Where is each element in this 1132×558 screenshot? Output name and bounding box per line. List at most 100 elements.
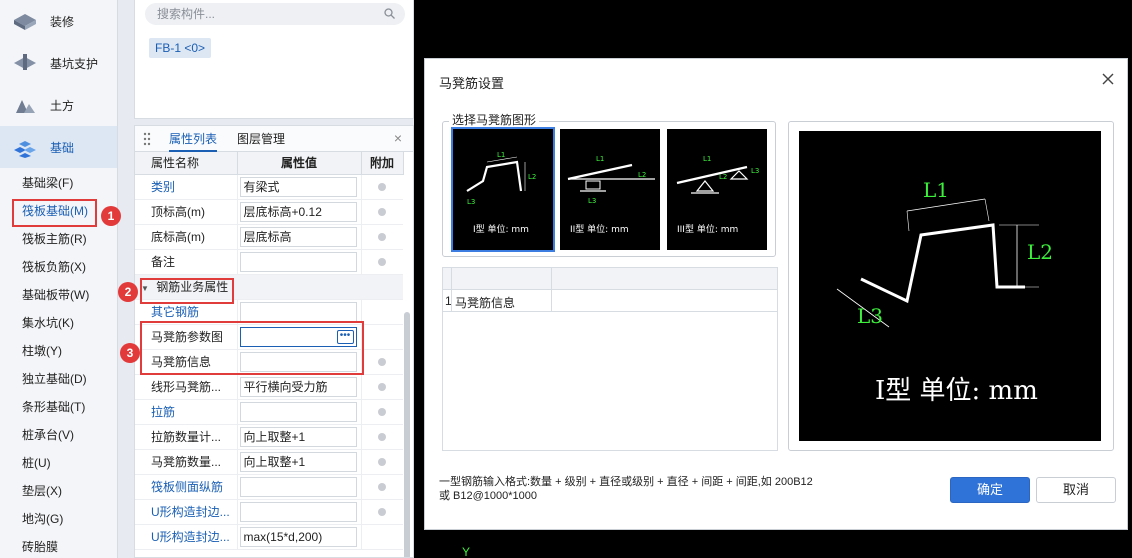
stirrup-preview: L1 L2 L3 I型 单位: mm — [799, 131, 1101, 441]
cancel-button[interactable]: 取消 — [1036, 477, 1116, 503]
sidebar-item[interactable]: 独立基础(D) — [0, 364, 117, 392]
tab-layer-management[interactable]: 图层管理 — [237, 126, 285, 152]
add-checkbox[interactable] — [378, 507, 387, 516]
dim-label-l2: L2 — [528, 173, 536, 181]
column-header-value: 属性值 — [237, 152, 362, 175]
sidebar-item[interactable]: 集水坑(K) — [0, 308, 117, 336]
stirrup-type1-large-drawing: L1 L2 L3 I型 单位: mm — [836, 178, 1053, 406]
add-checkbox[interactable] — [378, 232, 387, 241]
category-earthwork[interactable]: 土方 — [0, 84, 117, 126]
table-header — [443, 268, 777, 290]
module-sidebar: 装修 基坑支护 土方 基础 基础梁(F) 筏板基础(M) 筏板主筋(R) 筏板负… — [0, 0, 118, 558]
hint-line-2: 或 B12@1000*1000 — [439, 490, 538, 502]
property-value[interactable] — [239, 251, 357, 272]
property-name[interactable]: 筏板侧面纵筋 — [135, 474, 238, 500]
drag-handle-icon[interactable] — [143, 132, 151, 146]
sidebar-item[interactable]: 柱墩(Y) — [0, 336, 117, 364]
panel-divider — [118, 0, 134, 558]
table-row: 线形马凳筋... 平行横向受力筋 — [135, 374, 403, 400]
close-icon[interactable]: × — [391, 131, 405, 145]
table-row: U形构造封边... max(15*d,200) — [135, 524, 403, 550]
add-checkbox[interactable] — [378, 207, 387, 216]
sidebar-item[interactable]: 桩承台(V) — [0, 420, 117, 448]
add-checkbox[interactable] — [378, 382, 387, 391]
foundation-icon — [14, 141, 36, 158]
shape-option-type1[interactable]: L1 L2 L3 I型 单位: mm — [451, 127, 555, 252]
property-value[interactable]: 向上取整+1 — [239, 426, 357, 447]
add-checkbox[interactable] — [378, 182, 387, 191]
table-row: 拉筋 — [135, 399, 403, 425]
sidebar-item[interactable]: 筏板主筋(R) — [0, 224, 117, 252]
sidebar-item[interactable]: 地沟(G) — [0, 504, 117, 532]
stirrup-settings-dialog: 马凳筋设置 选择马凳筋图形 L1 L2 L3 I型 单位: mm L1 L2 L… — [424, 58, 1128, 530]
table-row: 马凳筋数量... 向上取整+1 — [135, 449, 403, 475]
property-value[interactable]: 层底标高+0.12 — [239, 201, 357, 222]
tab-property-list[interactable]: 属性列表 — [169, 126, 218, 152]
property-value[interactable] — [239, 501, 357, 522]
add-checkbox[interactable] — [378, 432, 387, 441]
stirrup-type3-drawing: L1 L2 L3 III型 单位: mm — [676, 155, 759, 235]
component-search-input[interactable]: 搜索构件... — [145, 3, 405, 25]
property-name[interactable]: 类别 — [135, 174, 238, 200]
properties-tabs: 属性列表 图层管理 × — [135, 126, 413, 152]
property-value[interactable]: 层底标高 — [239, 226, 357, 247]
add-checkbox[interactable] — [378, 407, 387, 416]
category-pit-support[interactable]: 基坑支护 — [0, 42, 117, 84]
sidebar-item[interactable]: 基础板带(W) — [0, 280, 117, 308]
annotation-box-2 — [140, 278, 234, 304]
confirm-button[interactable]: 确定 — [950, 477, 1030, 503]
property-name: 底标高(m) — [135, 224, 238, 250]
stirrup-info-table: 1 马凳筋信息 — [442, 267, 778, 451]
dim-label-l3: L3 — [751, 167, 759, 175]
category-label: 基础 — [50, 140, 75, 155]
shape-option-type3[interactable]: L1 L2 L3 III型 单位: mm — [667, 129, 767, 250]
property-value[interactable] — [239, 401, 357, 422]
property-value[interactable]: 有梁式 — [239, 176, 357, 197]
annotation-badge-2: 2 — [118, 282, 138, 302]
sidebar-item[interactable]: 桩(U) — [0, 448, 117, 476]
decoration-icon — [14, 14, 36, 30]
add-checkbox[interactable] — [378, 357, 387, 366]
dim-label-l2: L2 — [719, 173, 727, 181]
property-name[interactable]: U形构造封边... — [135, 524, 238, 550]
dim-label-l1: L1 — [596, 155, 604, 163]
earthwork-icon — [16, 100, 35, 113]
sidebar-item[interactable]: 砖胎膜 — [0, 532, 117, 558]
property-value[interactable]: max(15*d,200) — [239, 526, 357, 547]
property-name: 备注 — [135, 249, 238, 275]
column-header-add: 附加 — [361, 152, 404, 175]
property-value[interactable]: 平行横向受力筋 — [239, 376, 357, 397]
dim-label-l2: L2 — [638, 171, 646, 179]
shape-option-type2[interactable]: L1 L2 L3 II型 单位: mm — [560, 129, 660, 250]
table-header: 属性名称 属性值 附加 — [135, 152, 404, 175]
property-value[interactable]: 向上取整+1 — [239, 451, 357, 472]
sidebar-item[interactable]: 基础梁(F) — [0, 168, 117, 196]
sidebar-item[interactable]: 筏板负筋(X) — [0, 252, 117, 280]
property-name: 拉筋数量计... — [135, 424, 238, 450]
dim-label-l1: L1 — [703, 155, 711, 163]
add-checkbox[interactable] — [378, 482, 387, 491]
sidebar-item[interactable]: 条形基础(T) — [0, 392, 117, 420]
table-row: 筏板侧面纵筋 — [135, 474, 403, 500]
property-name[interactable]: U形构造封边... — [135, 499, 238, 525]
add-checkbox[interactable] — [378, 257, 387, 266]
dialog-title: 马凳筋设置 — [439, 76, 505, 91]
property-value[interactable] — [239, 301, 357, 322]
category-foundation[interactable]: 基础 — [0, 126, 117, 168]
column-divider — [551, 268, 552, 312]
table-row[interactable]: 1 马凳筋信息 — [443, 290, 777, 312]
property-name[interactable]: 拉筋 — [135, 399, 238, 425]
table-row: 备注 — [135, 249, 403, 275]
property-value[interactable] — [239, 476, 357, 497]
scrollbar[interactable] — [404, 312, 410, 557]
search-placeholder: 搜索构件... — [157, 7, 216, 21]
component-item[interactable]: FB-1 <0> — [149, 38, 212, 58]
close-icon[interactable] — [1101, 72, 1115, 86]
input-format-hint: 一型钢筋输入格式:数量 + 级别 + 直径或级别 + 直径 + 间距 + 间距,… — [439, 475, 919, 503]
add-checkbox[interactable] — [378, 457, 387, 466]
category-label: 基坑支护 — [50, 56, 99, 71]
table-row: 拉筋数量计... 向上取整+1 — [135, 424, 403, 450]
dim-label-l3: L3 — [467, 198, 475, 206]
sidebar-item[interactable]: 垫层(X) — [0, 476, 117, 504]
category-decoration[interactable]: 装修 — [0, 0, 117, 42]
